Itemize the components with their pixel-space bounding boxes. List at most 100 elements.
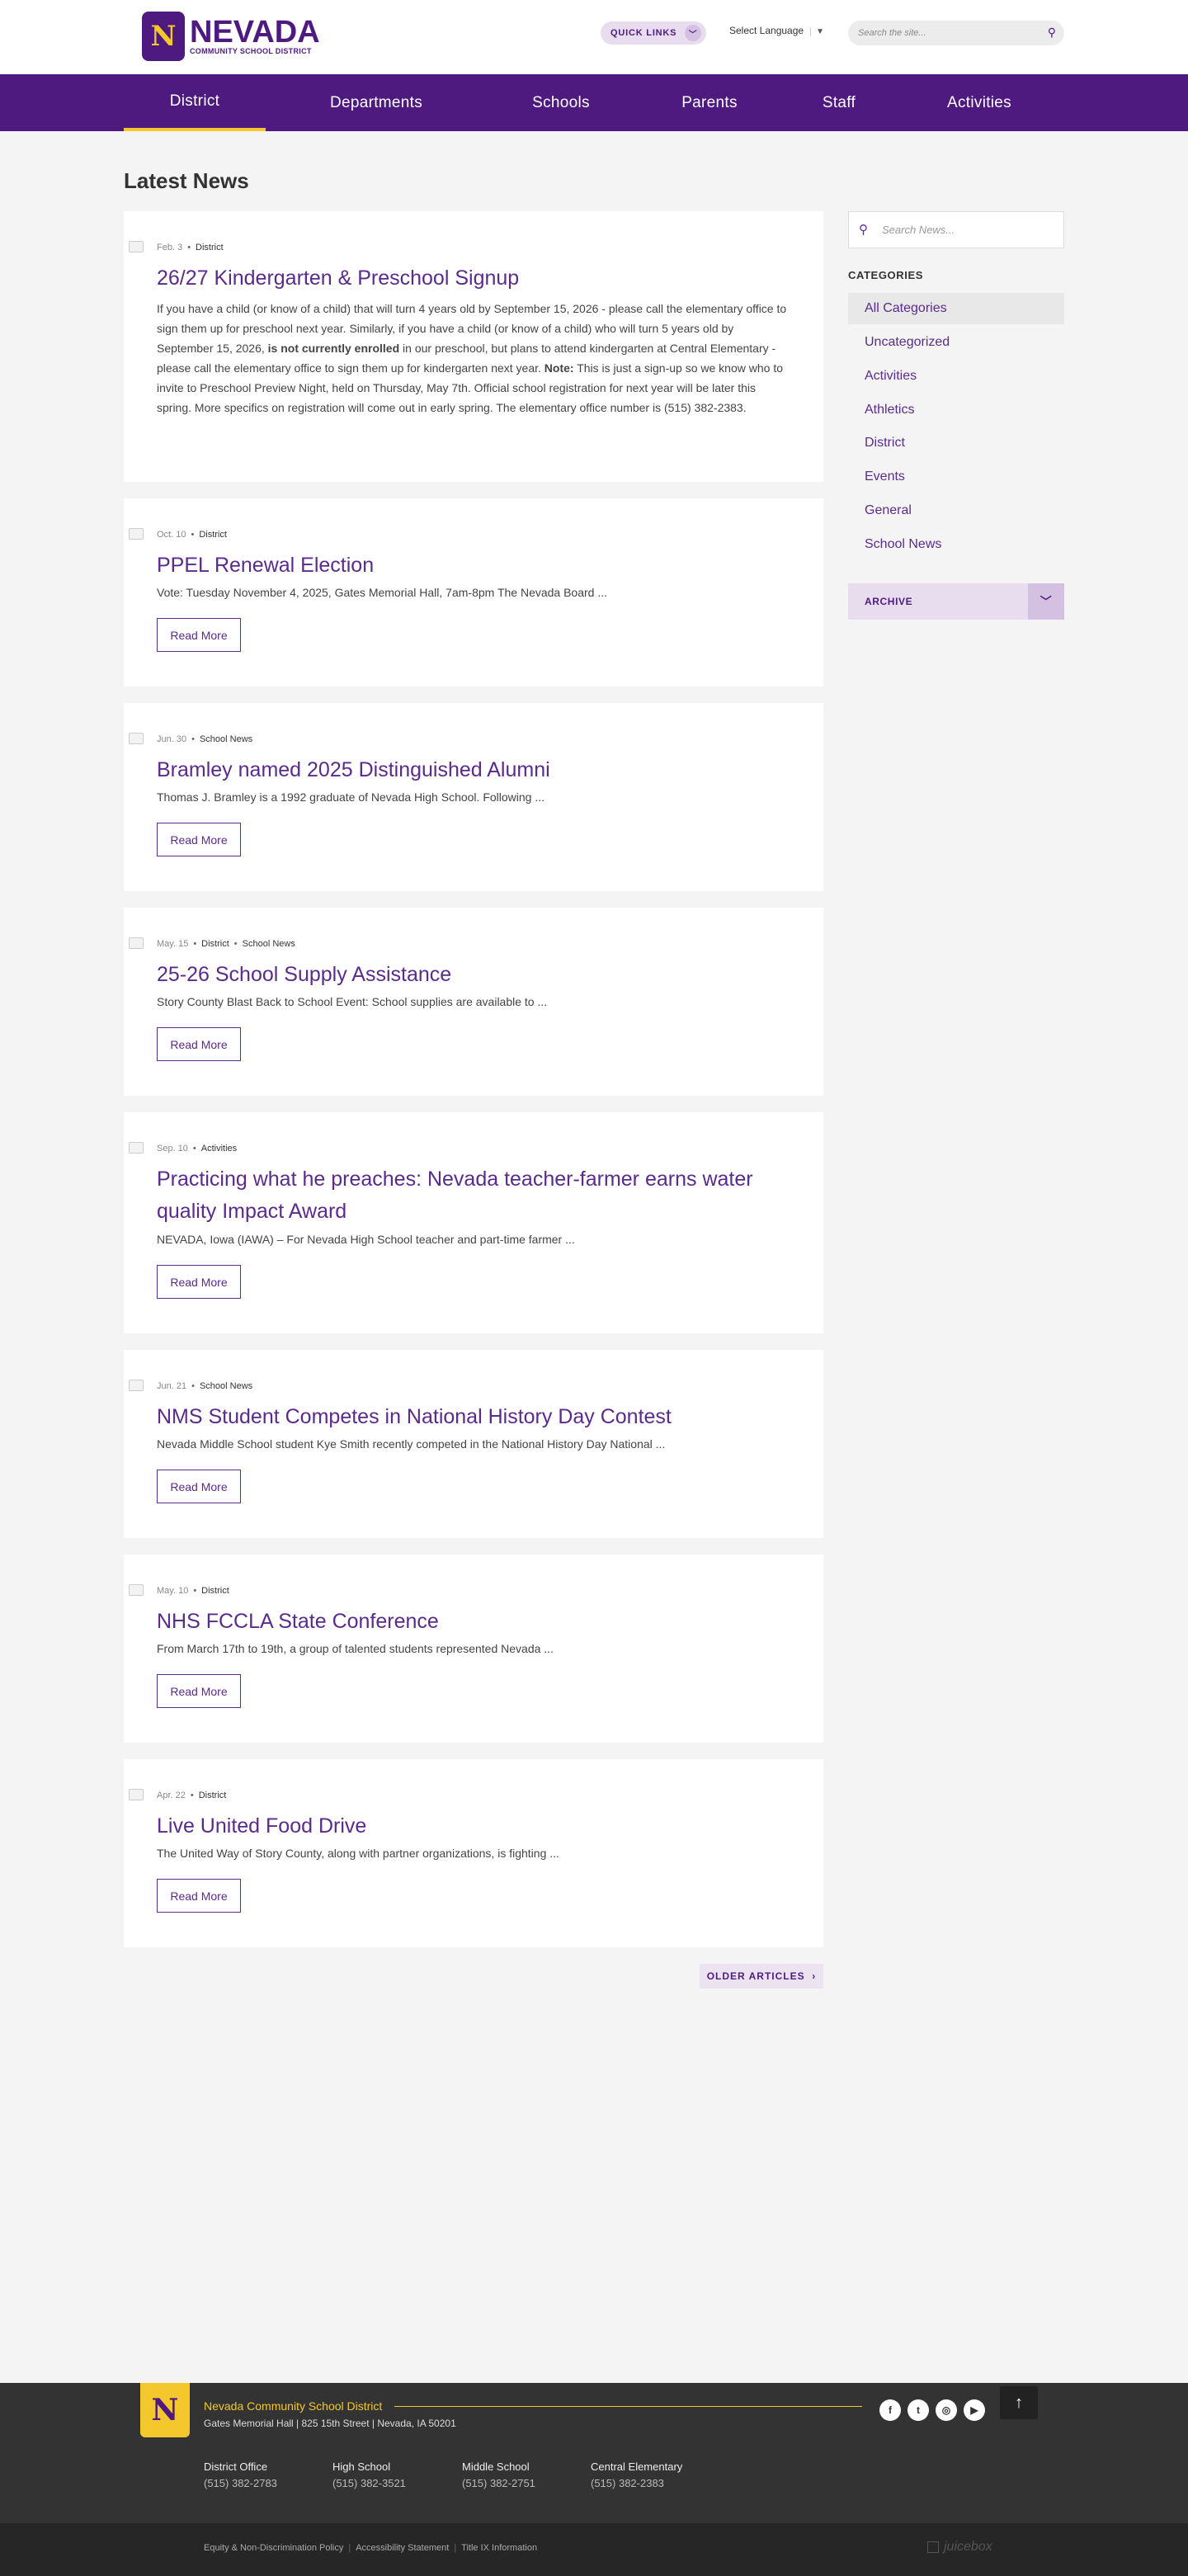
twitter-icon[interactable]: t: [908, 2399, 929, 2421]
language-select[interactable]: Select Language ▼: [729, 25, 824, 36]
equity-policy-link[interactable]: Equity & Non-Discrimination Policy: [204, 2543, 343, 2553]
article-icon: [129, 528, 144, 540]
article-date: Oct. 10: [157, 530, 186, 540]
news-search-input[interactable]: ⚲ Search News...: [848, 211, 1064, 248]
article-date: Sep. 10: [157, 1144, 188, 1154]
sub-footer: Equity & Non-Discrimination Policy | Acces…: [0, 2523, 1188, 2576]
read-more-button[interactable]: Read More: [157, 823, 241, 856]
nav-departments[interactable]: Departments: [301, 74, 451, 131]
article-category[interactable]: District: [199, 1790, 227, 1800]
contact-phone[interactable]: (515) 382-2383: [591, 2475, 682, 2492]
search-icon[interactable]: ⚲: [1048, 26, 1056, 40]
contact-phone[interactable]: (515) 382-2783: [204, 2475, 277, 2492]
news-card: Jun. 30 • School News Bramley named 2025 D…: [124, 703, 823, 891]
article-excerpt: NEVADA, Iowa (IAWA) – For Nevada High Sc…: [157, 1233, 575, 1246]
category-school-news[interactable]: School News: [848, 529, 1064, 560]
article-excerpt: Vote: Tuesday November 4, 2025, Gates Me…: [157, 586, 608, 599]
article-excerpt: Nevada Middle School student Kye Smith r…: [157, 1437, 666, 1451]
read-more-button[interactable]: Read More: [157, 1265, 241, 1299]
contact-phone[interactable]: (515) 382-2751: [462, 2475, 535, 2492]
title-ix-link[interactable]: Title IX Information: [461, 2543, 537, 2553]
article-title[interactable]: Live United Food Drive: [157, 1810, 784, 1842]
chevron-right-icon: ›: [812, 1970, 817, 1982]
juicebox-label: juicebox: [944, 2540, 992, 2554]
article-category[interactable]: District: [199, 530, 227, 540]
news-card: Apr. 22 • District Live United Food Drive …: [124, 1759, 823, 1947]
chevron-down-icon: ﹀: [1028, 583, 1064, 620]
article-title[interactable]: Bramley named 2025 Distinguished Alumni: [157, 754, 784, 786]
read-more-button[interactable]: Read More: [157, 618, 241, 652]
article-title[interactable]: PPEL Renewal Election: [157, 550, 784, 582]
site-search-input[interactable]: Search the site... ⚲: [848, 21, 1064, 45]
article-title[interactable]: Practicing what he preaches: Nevada teac…: [157, 1163, 784, 1228]
chevron-down-icon: ﹀: [685, 25, 701, 41]
article-category[interactable]: District: [201, 1586, 229, 1596]
category-uncategorized[interactable]: Uncategorized: [848, 327, 1064, 358]
article-icon: [129, 1380, 144, 1391]
nav-staff[interactable]: Staff: [800, 74, 878, 131]
nav-district[interactable]: District: [124, 74, 266, 131]
nav-schools[interactable]: Schools: [503, 74, 619, 131]
article-title[interactable]: NMS Student Competes in National History…: [157, 1401, 784, 1433]
nav-parents[interactable]: Parents: [660, 74, 759, 131]
contact-phone[interactable]: (515) 382-3521: [332, 2475, 406, 2492]
article-date: May. 10: [157, 1586, 189, 1596]
footer-logo-letter: N: [151, 2393, 179, 2427]
article-category[interactable]: District: [201, 939, 229, 949]
site-header: N NEVADA COMMUNITY SCHOOL DISTRICT QUICK…: [0, 0, 1188, 74]
nav-activities[interactable]: Activities: [922, 74, 1036, 131]
article-date: May. 15: [157, 939, 189, 949]
search-icon: ⚲: [859, 223, 868, 237]
main-nav: District Departments Schools Parents Sta…: [0, 74, 1188, 131]
older-articles-button[interactable]: OLDER ARTICLES ›: [700, 1964, 823, 1989]
article-category[interactable]: School News: [243, 939, 295, 949]
article-category[interactable]: School News: [200, 1381, 252, 1391]
category-events[interactable]: Events: [848, 461, 1064, 493]
footer-contact: District Office (515) 382-2783: [204, 2459, 277, 2492]
category-all[interactable]: All Categories: [848, 293, 1064, 324]
instagram-icon[interactable]: ◎: [936, 2399, 957, 2421]
category-district[interactable]: District: [848, 427, 1064, 459]
page-title: Latest News: [124, 168, 249, 193]
juicebox-credit[interactable]: juicebox: [927, 2540, 992, 2555]
archive-label: ARCHIVE: [865, 596, 913, 607]
article-title[interactable]: 26/27 Kindergarten & Preschool Signup: [157, 262, 784, 295]
read-more-button[interactable]: Read More: [157, 1674, 241, 1708]
accessibility-link[interactable]: Accessibility Statement: [356, 2543, 449, 2553]
juicebox-logo-icon: [927, 2541, 939, 2553]
article-meta: May. 10 • District: [157, 1586, 229, 1596]
archive-dropdown[interactable]: ARCHIVE ﹀: [848, 583, 1064, 620]
article-icon: [129, 241, 144, 252]
district-logo[interactable]: N NEVADA COMMUNITY SCHOOL DISTRICT: [124, 0, 342, 73]
news-card: May. 15 • District • School News 25-26 Schoo…: [124, 908, 823, 1096]
logo-mark: N: [142, 12, 185, 61]
contact-label: Middle School: [462, 2460, 530, 2473]
footer-divider: [394, 2406, 862, 2407]
article-category[interactable]: School News: [200, 734, 252, 744]
category-activities[interactable]: Activities: [848, 361, 1064, 392]
article-category[interactable]: Activities: [201, 1144, 237, 1154]
footer-contact: High School (515) 382-3521: [332, 2459, 406, 2492]
read-more-button[interactable]: Read More: [157, 1470, 241, 1503]
category-athletics[interactable]: Athletics: [848, 394, 1064, 426]
article-date: Apr. 22: [157, 1790, 186, 1800]
news-card: Sep. 10 • Activities Practicing what he pr…: [124, 1112, 823, 1333]
contact-label: Central Elementary: [591, 2460, 683, 2473]
read-more-button[interactable]: Read More: [157, 1879, 241, 1913]
article-category[interactable]: District: [196, 243, 224, 252]
category-general[interactable]: General: [848, 495, 1064, 526]
news-card: Feb. 3 • District 26/27 Kindergarten & Pre…: [124, 211, 823, 482]
youtube-icon[interactable]: ▶: [964, 2399, 985, 2421]
article-title[interactable]: 25-26 School Supply Assistance: [157, 959, 784, 991]
logo-letter: N: [150, 20, 177, 53]
article-title[interactable]: NHS FCCLA State Conference: [157, 1606, 784, 1638]
footer-logo[interactable]: N: [140, 2383, 190, 2437]
older-articles-label: OLDER ARTICLES: [706, 1970, 805, 1982]
read-more-button[interactable]: Read More: [157, 1027, 241, 1061]
logo-subtitle: COMMUNITY SCHOOL DISTRICT: [190, 47, 312, 55]
facebook-icon[interactable]: f: [879, 2399, 901, 2421]
back-to-top-icon[interactable]: ↑: [1000, 2386, 1038, 2419]
article-excerpt: Story County Blast Back to School Event:…: [157, 995, 548, 1008]
footer-links: Equity & Non-Discrimination Policy | Acces…: [204, 2543, 538, 2553]
quick-links-button[interactable]: QUICK LINKS ﹀: [601, 21, 706, 45]
